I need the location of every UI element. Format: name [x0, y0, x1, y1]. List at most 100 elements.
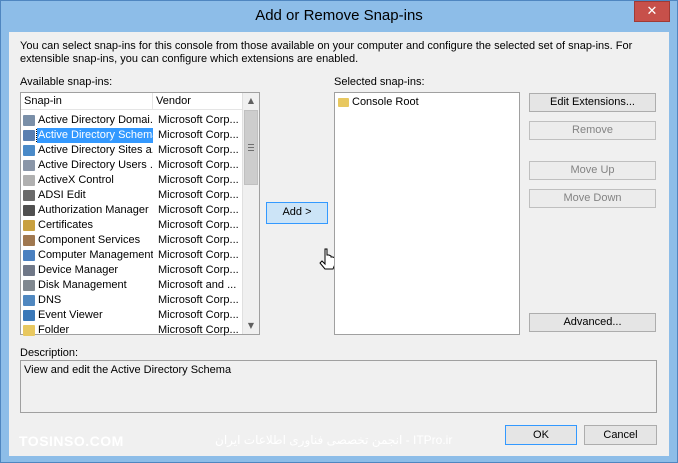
remove-button[interactable]: Remove — [529, 121, 656, 140]
snap-in-name-cell: Active Directory Users ... — [23, 158, 153, 173]
snap-in-name: Disk Management — [38, 279, 127, 291]
snap-in-name: ADSI Edit — [38, 189, 86, 201]
snap-in-name-cell: Active Directory Domai... — [23, 113, 153, 128]
selected-snap-ins-label: Selected snap-ins: — [334, 76, 425, 88]
table-row[interactable]: Event Viewer Microsoft Corp... — [21, 308, 243, 323]
snap-in-vendor: Microsoft Corp... — [158, 294, 239, 306]
add-button[interactable]: Add > — [266, 202, 328, 224]
snap-in-name-cell: Event Viewer — [23, 308, 153, 323]
snap-in-name: Computer Management — [38, 249, 153, 261]
table-row[interactable]: Certificates Microsoft Corp... — [21, 218, 243, 233]
description-text: View and edit the Active Directory Schem… — [24, 364, 232, 376]
snap-in-name: Active Directory Sites a... — [38, 144, 153, 156]
snap-in-name: Folder — [38, 324, 70, 336]
console-root-label: Console Root — [352, 96, 419, 108]
table-row[interactable]: Active Directory Schema Microsoft Corp... — [21, 128, 243, 143]
disk-management-icon — [23, 280, 35, 291]
snap-in-vendor: Microsoft Corp... — [158, 114, 239, 126]
edit-extensions-button[interactable]: Edit Extensions... — [529, 93, 656, 112]
scroll-down-arrow-icon[interactable]: ▼ — [243, 318, 259, 334]
snap-in-name-cell: Certificates — [23, 218, 153, 233]
snap-in-name-cell: ActiveX Control — [23, 173, 153, 188]
dns-icon — [23, 295, 35, 306]
snap-in-name-cell: Folder — [23, 323, 153, 338]
ok-button[interactable]: OK — [505, 425, 577, 445]
table-row[interactable]: Authorization Manager Microsoft Corp... — [21, 203, 243, 218]
intro-text: You can select snap-ins for this console… — [20, 40, 633, 65]
snap-in-vendor: Microsoft Corp... — [158, 234, 239, 246]
snap-in-vendor: Microsoft Corp... — [158, 174, 239, 186]
ad-sites-icon — [23, 145, 35, 156]
snap-in-name-cell: Active Directory Schema — [23, 128, 153, 143]
table-row[interactable]: ActiveX Control Microsoft Corp... — [21, 173, 243, 188]
ad-schema-icon — [23, 130, 35, 141]
snap-in-name: Certificates — [38, 219, 94, 231]
advanced-button[interactable]: Advanced... — [529, 313, 656, 332]
column-header-snap-in[interactable]: Snap-in — [21, 93, 153, 110]
component-services-icon — [23, 235, 35, 246]
cancel-button[interactable]: Cancel — [584, 425, 657, 445]
table-row[interactable]: Active Directory Users ... Microsoft Corp… — [21, 158, 243, 173]
snap-in-name: Active Directory Users ... — [38, 159, 153, 171]
snap-in-name-cell: Authorization Manager — [23, 203, 153, 218]
authorization-icon — [23, 205, 35, 216]
snap-in-vendor: Microsoft Corp... — [158, 219, 239, 231]
list-header: Snap-in Vendor — [21, 93, 243, 110]
snap-in-name-cell: Computer Management — [23, 248, 153, 263]
watermark-middle: انجمن تخصصی فناوری اطلاعات ایران - ITPro… — [215, 433, 453, 447]
certificates-icon — [23, 220, 35, 231]
ad-users-icon — [23, 160, 35, 171]
vertical-scrollbar[interactable]: ▲ ▼ — [242, 93, 259, 334]
table-row[interactable]: Device Manager Microsoft Corp... — [21, 263, 243, 278]
table-row[interactable]: Disk Management Microsoft and ... — [21, 278, 243, 293]
snap-in-name: Event Viewer — [38, 309, 103, 321]
snap-in-name: Authorization Manager — [38, 204, 149, 216]
activex-icon — [23, 175, 35, 186]
table-row[interactable]: Component Services Microsoft Corp... — [21, 233, 243, 248]
computer-management-icon — [23, 250, 35, 261]
snap-in-name-cell: Disk Management — [23, 278, 153, 293]
snap-in-name-cell: Active Directory Sites a... — [23, 143, 153, 158]
dialog-title: Add or Remove Snap-ins — [255, 7, 423, 24]
folder-icon — [23, 325, 35, 336]
snap-in-name: DNS — [38, 294, 62, 306]
table-row[interactable]: Folder Microsoft Corp... — [21, 323, 243, 338]
event-viewer-icon — [23, 310, 35, 321]
snap-ins-dialog: Add or Remove Snap-ins ✕ You can select … — [0, 0, 678, 463]
table-row[interactable]: Active Directory Domai... Microsoft Corp.… — [21, 113, 243, 128]
move-up-button[interactable]: Move Up — [529, 161, 656, 180]
console-root-folder-icon — [338, 98, 349, 107]
snap-in-vendor: Microsoft Corp... — [158, 309, 239, 321]
snap-in-name: Component Services — [38, 234, 141, 246]
available-snap-ins-list[interactable]: Snap-in Vendor Active Directory Domai...… — [20, 92, 260, 338]
snap-in-vendor: Microsoft Corp... — [158, 264, 239, 276]
close-button[interactable]: ✕ — [634, 1, 670, 22]
snap-in-vendor: Microsoft Corp... — [158, 204, 239, 216]
selected-snap-ins-list[interactable]: Console Root — [334, 92, 520, 335]
column-header-vendor[interactable]: Vendor — [153, 93, 243, 110]
scroll-up-arrow-icon[interactable]: ▲ — [243, 93, 259, 109]
table-row[interactable]: Computer Management Microsoft Corp... — [21, 248, 243, 263]
title-bar[interactable]: Add or Remove Snap-ins ✕ — [1, 1, 677, 32]
description-box: View and edit the Active Directory Schem… — [20, 360, 657, 413]
snap-in-name: Active Directory Schema — [35, 128, 153, 143]
move-down-button[interactable]: Move Down — [529, 189, 656, 208]
adsi-icon — [23, 190, 35, 201]
snap-in-vendor: Microsoft Corp... — [158, 144, 239, 156]
device-manager-icon — [23, 265, 35, 276]
table-row[interactable]: ADSI Edit Microsoft Corp... — [21, 188, 243, 203]
scrollbar-thumb[interactable] — [244, 110, 258, 185]
dialog-body: You can select snap-ins for this console… — [9, 32, 669, 456]
table-row[interactable]: Active Directory Sites a... Microsoft Cor… — [21, 143, 243, 158]
description-label: Description: — [20, 347, 79, 359]
available-snap-ins-label: Available snap-ins: — [20, 76, 113, 88]
snap-in-vendor: Microsoft Corp... — [158, 249, 239, 261]
snap-in-name: Active Directory Domai... — [38, 114, 153, 126]
ad-domains-icon — [23, 115, 35, 126]
snap-in-name-cell: DNS — [23, 293, 153, 308]
snap-in-vendor: Microsoft and ... — [158, 279, 237, 291]
table-row[interactable]: DNS Microsoft Corp... — [21, 293, 243, 308]
list-item[interactable]: Console Root — [335, 95, 515, 110]
watermark-left: TOSINSO.COM — [19, 433, 124, 449]
snap-in-name: ActiveX Control — [38, 174, 114, 186]
